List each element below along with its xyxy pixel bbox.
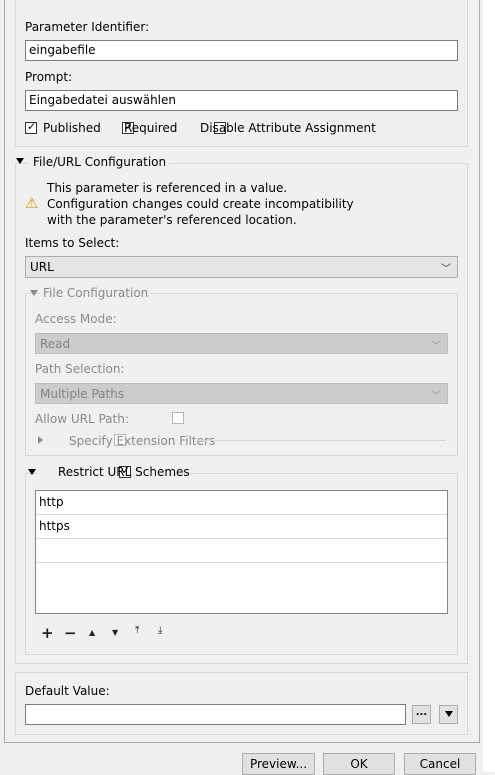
chevron-down-icon: ﹀ <box>431 341 441 352</box>
warning-line-2: Configuration changes could create incom… <box>47 197 354 211</box>
list-item[interactable]: https <box>36 515 447 539</box>
items-to-select-value: URL <box>30 260 54 274</box>
default-value-label: Default Value: <box>25 684 110 698</box>
triangle-down-icon <box>444 711 453 717</box>
collapse-file-config-icon <box>30 290 38 296</box>
path-selection-dropdown: Multiple Paths ﹀ <box>35 383 448 404</box>
items-to-select-label: Items to Select: <box>25 236 120 250</box>
list-item[interactable]: http <box>36 491 447 515</box>
collapse-file-url-icon[interactable] <box>16 158 24 164</box>
move-up-icon[interactable]: ▲ <box>89 628 95 637</box>
file-configuration-title: File Configuration <box>40 286 152 301</box>
expand-extension-filters-icon <box>38 436 43 444</box>
access-mode-label: Access Mode: <box>35 312 117 326</box>
restrict-url-schemes-title: Restrict URL Schemes <box>58 465 190 479</box>
url-schemes-list[interactable]: http https <box>35 490 448 614</box>
parameter-identifier-input[interactable]: eingabefile <box>25 40 458 61</box>
published-checkbox[interactable] <box>25 120 37 134</box>
collapse-restrict-icon[interactable] <box>28 469 36 475</box>
move-top-icon[interactable]: ⤒ <box>135 625 139 636</box>
prompt-input[interactable]: Eingabedatei auswählen <box>25 90 458 111</box>
remove-icon[interactable]: − <box>64 624 77 642</box>
default-value-menu-button[interactable] <box>439 705 458 724</box>
items-to-select-dropdown[interactable]: URL ﹀ <box>25 256 458 278</box>
extension-divider <box>198 440 446 441</box>
parameter-identifier-label: Parameter Identifier: <box>25 20 150 34</box>
move-bottom-icon[interactable]: ⤓ <box>158 625 162 636</box>
prompt-label: Prompt: <box>25 70 73 84</box>
allow-url-path-label: Allow URL Path: <box>35 412 129 426</box>
access-mode-dropdown: Read ﹀ <box>35 333 448 354</box>
chevron-down-icon: ﹀ <box>431 391 441 402</box>
warning-icon: ⚠ <box>25 194 39 212</box>
specify-extension-label: Specify Extension Filters <box>69 434 216 448</box>
allow-url-path-checkbox <box>172 412 185 424</box>
warning-line-1: This parameter is referenced in a value. <box>47 181 288 195</box>
path-selection-label: Path Selection: <box>35 362 125 376</box>
warning-line-3: with the parameter's referenced location… <box>47 213 297 227</box>
add-icon[interactable]: + <box>41 624 54 642</box>
disable-attribute-label: Disable Attribute Assignment <box>200 121 376 135</box>
move-down-icon[interactable]: ▼ <box>112 628 118 637</box>
path-selection-value: Multiple Paths <box>40 387 125 401</box>
required-label: Required <box>124 121 178 135</box>
chevron-down-icon: ﹀ <box>441 264 451 275</box>
access-mode-value: Read <box>40 337 71 351</box>
list-item[interactable] <box>36 539 447 563</box>
published-label: Published <box>43 121 101 135</box>
browse-button[interactable]: ... <box>412 705 431 724</box>
default-value-input[interactable] <box>25 704 406 725</box>
file-url-config-title: File/URL Configuration <box>28 155 170 170</box>
background-window-strip <box>483 0 495 772</box>
